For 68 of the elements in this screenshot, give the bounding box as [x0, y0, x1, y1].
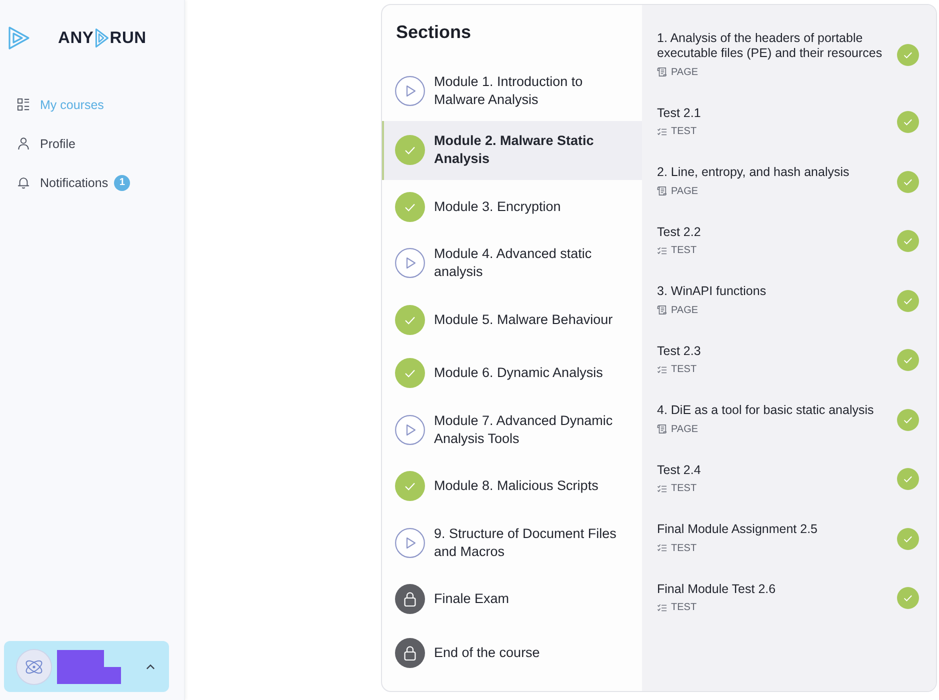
atom-avatar-icon: [16, 648, 52, 684]
lesson-type-label: TEST: [671, 602, 697, 614]
check-circle-icon: [395, 304, 425, 335]
module-item[interactable]: Module 6. Dynamic Analysis: [382, 346, 642, 400]
module-item[interactable]: Module 8. Malicious Scripts: [382, 460, 642, 513]
lesson-item[interactable]: Test 2.3 TEST: [642, 330, 936, 390]
caret-up-icon: [146, 664, 155, 670]
bell-icon: [17, 176, 30, 189]
checklist-icon: [657, 246, 667, 256]
lesson-type-label: TEST: [671, 126, 697, 138]
lesson-type-label: PAGE: [671, 66, 698, 78]
checklist-icon: [657, 484, 667, 494]
checklist-icon: [657, 543, 667, 554]
checklist-icon: [657, 364, 667, 375]
module-item[interactable]: Finale Exam: [382, 572, 642, 626]
scroll-icon: [657, 186, 667, 196]
triangle-logo-icon: [94, 28, 109, 48]
redaction-bar: [57, 666, 121, 684]
module-item[interactable]: Module 2. Malware Static Analysis: [382, 120, 642, 180]
lesson-type-label: TEST: [671, 245, 697, 256]
lock-circle-icon: [395, 584, 425, 614]
module-item[interactable]: 9. Structure of Document Files and Macros: [382, 513, 642, 572]
module-item[interactable]: Module 1. Introduction to Malware Analysis: [382, 61, 642, 120]
lesson-item[interactable]: Final Module Test 2.6 TEST: [642, 568, 936, 628]
module-item[interactable]: Module 5. Malware Behaviour: [382, 293, 642, 346]
logo-text: ANY: [58, 28, 94, 48]
lesson-type-label: TEST: [671, 364, 697, 376]
check-circle-icon: [395, 358, 425, 388]
list-icon: [17, 98, 30, 111]
play-circle-icon: [395, 528, 425, 558]
lesson-type-label: TEST: [671, 542, 697, 554]
lesson-item[interactable]: Test 2.2 TEST: [642, 212, 936, 271]
check-circle-icon: [395, 192, 425, 222]
play-circle-icon: [395, 414, 425, 445]
lesson-item[interactable]: 1. Analysis of the headers of portable executable files (PE) and their resources PAGE: [642, 18, 936, 92]
lesson-item[interactable]: 3. WinAPI functions PAGE: [642, 271, 936, 330]
lesson-item[interactable]: Final Module Assignment 2.5 TEST: [642, 509, 936, 568]
check-circle-icon: [395, 135, 425, 166]
play-circle-icon: [395, 76, 425, 106]
logo-text: RUN: [110, 28, 146, 48]
module-item[interactable]: Module 3. Encryption: [382, 180, 642, 234]
checklist-icon: [657, 126, 667, 137]
module-item[interactable]: Module 4. Advanced static analysis: [382, 234, 642, 293]
module-item[interactable]: End of the course: [382, 626, 642, 680]
count-badge: 1: [114, 174, 130, 190]
triangle-logo-icon: [8, 26, 30, 50]
user-menu-button[interactable]: [4, 641, 169, 692]
checklist-icon: [657, 602, 667, 613]
play-circle-icon: [395, 248, 425, 278]
lesson-type-label: PAGE: [671, 186, 698, 197]
section-heading: Sections: [395, 21, 472, 44]
nav-link[interactable]: Profile: [17, 124, 76, 163]
lesson-item[interactable]: Test 2.4 TEST: [642, 450, 936, 509]
lesson-item[interactable]: 4. DiE as a tool for basic static analysis PAGE: [642, 390, 936, 450]
user-icon: [17, 137, 30, 150]
scroll-icon: [657, 424, 667, 434]
check-circle-icon: [395, 471, 425, 502]
lesson-item[interactable]: Test 2.1 TEST: [642, 92, 936, 152]
lock-circle-icon: [395, 638, 425, 668]
lesson-item[interactable]: 2. Line, entropy, and hash analysis PAGE: [642, 152, 936, 212]
scroll-icon: [657, 305, 667, 316]
lesson-type-label: PAGE: [671, 304, 698, 316]
scroll-icon: [657, 67, 667, 78]
redaction-bar: [57, 650, 104, 666]
lesson-type-label: TEST: [671, 483, 697, 494]
lesson-type-label: PAGE: [671, 424, 698, 435]
module-item[interactable]: Module 7. Advanced Dynamic Analysis Tools: [382, 400, 642, 460]
nav-link[interactable]: Notifications 1: [17, 163, 130, 202]
